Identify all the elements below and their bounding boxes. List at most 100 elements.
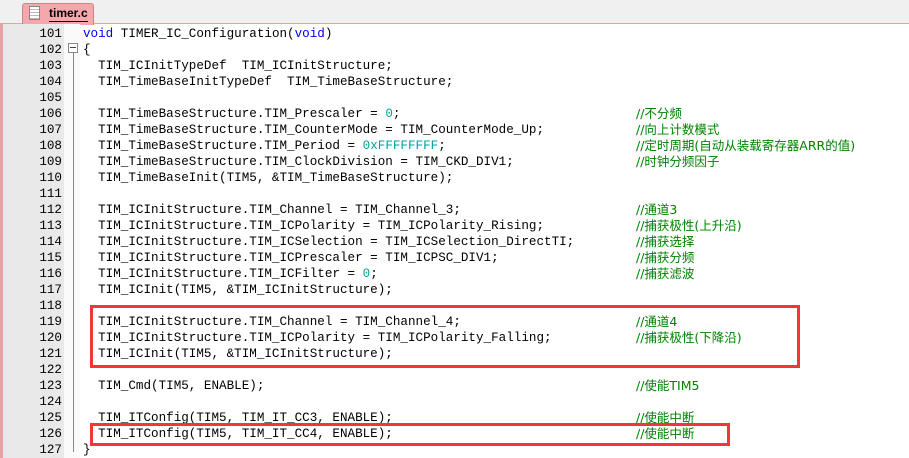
code-text: TIM_ICInitStructure.TIM_ICFilter = 0;: [83, 266, 378, 282]
code-comment: //向上计数模式: [636, 122, 720, 137]
line-number: 123: [39, 379, 62, 393]
code-comment: //定时周期(自动从装载寄存器ARR的值): [636, 138, 856, 153]
line-number: 115: [39, 251, 62, 265]
code-token: ;: [370, 267, 378, 281]
code-line[interactable]: 123 TIM_Cmd(TIM5, ENABLE); //使能TIM5: [3, 378, 909, 394]
highlight-box-itconfig-cc4: [90, 423, 730, 446]
line-number: 108: [39, 139, 62, 153]
code-comment: //通道3: [636, 202, 678, 217]
code-line[interactable]: 101 void TIMER_IC_Configuration(void): [3, 26, 909, 42]
line-number: 126: [39, 427, 62, 441]
code-line[interactable]: 113 TIM_ICInitStructure.TIM_ICPolarity =…: [3, 218, 909, 234]
code-text: TIM_TimeBaseStructure.TIM_Period = 0xFFF…: [83, 138, 446, 154]
line-number: 104: [39, 75, 62, 89]
code-token: TIM_Cmd(TIM5, ENABLE);: [83, 379, 265, 393]
code-token: TIM_TimeBaseStructure.TIM_CounterMode = …: [83, 123, 545, 137]
line-number: 102: [39, 43, 62, 57]
code-line[interactable]: 114 TIM_ICInitStructure.TIM_ICSelection …: [3, 234, 909, 250]
code-token: ): [324, 27, 333, 41]
code-line[interactable]: 103 TIM_ICInitTypeDef TIM_ICInitStructur…: [3, 58, 909, 74]
code-token: TIM_TimeBaseStructure.TIM_ClockDivision …: [83, 155, 514, 169]
line-number: 125: [39, 411, 62, 425]
code-line[interactable]: 111: [3, 186, 909, 202]
line-number: 109: [39, 155, 62, 169]
code-line[interactable]: 110 TIM_TimeBaseInit(TIM5, &TIM_TimeBase…: [3, 170, 909, 186]
line-number: 120: [39, 331, 62, 345]
code-line[interactable]: 105: [3, 90, 909, 106]
code-token: TIM_ICInit(TIM5, &TIM_ICInitStructure);: [83, 283, 393, 297]
code-token: void: [294, 27, 325, 41]
code-text: TIM_ICInitStructure.TIM_ICSelection = TI…: [83, 234, 574, 250]
line-number: 101: [39, 27, 62, 41]
code-token: {: [83, 43, 91, 57]
code-text: TIM_ICInit(TIM5, &TIM_ICInitStructure);: [83, 282, 393, 298]
line-number: 114: [39, 235, 62, 249]
line-number: 106: [39, 107, 62, 121]
code-line[interactable]: 108 TIM_TimeBaseStructure.TIM_Period = 0…: [3, 138, 909, 154]
code-token: ;: [438, 139, 446, 153]
code-token: TIM_TimeBaseStructure.TIM_Period =: [83, 139, 363, 153]
line-number: 122: [39, 363, 62, 377]
line-number: 110: [39, 171, 62, 185]
code-line[interactable]: 109 TIM_TimeBaseStructure.TIM_ClockDivis…: [3, 154, 909, 170]
line-number: 105: [39, 91, 62, 105]
code-token: TIM_ICInitStructure.TIM_Channel = TIM_Ch…: [83, 203, 461, 217]
code-line[interactable]: 115 TIM_ICInitStructure.TIM_ICPrescaler …: [3, 250, 909, 266]
code-token: TIM_ICInitStructure.TIM_ICFilter =: [83, 267, 363, 281]
code-line[interactable]: 102 {: [3, 42, 909, 58]
tab-bar: timer.c: [0, 0, 909, 25]
line-number: 118: [39, 299, 62, 313]
line-number: 121: [39, 347, 62, 361]
code-token: TIM_ICInitStructure.TIM_ICPolarity = TIM…: [83, 219, 545, 233]
code-text: TIM_Cmd(TIM5, ENABLE);: [83, 378, 264, 394]
code-line[interactable]: 107 TIM_TimeBaseStructure.TIM_CounterMod…: [3, 122, 909, 138]
line-number: 111: [39, 187, 62, 201]
code-line[interactable]: 124: [3, 394, 909, 410]
line-number: 116: [39, 267, 62, 281]
highlight-box-channel4: [90, 305, 800, 368]
line-number: 103: [39, 59, 62, 73]
code-text: TIM_ICInitStructure.TIM_Channel = TIM_Ch…: [83, 202, 461, 218]
line-number: 112: [39, 203, 62, 217]
code-text: {: [83, 42, 91, 58]
file-icon: [29, 6, 40, 20]
line-number: 127: [39, 443, 62, 457]
code-line[interactable]: 106 TIM_TimeBaseStructure.TIM_Prescaler …: [3, 106, 909, 122]
code-line[interactable]: 116 TIM_ICInitStructure.TIM_ICFilter = 0…: [3, 266, 909, 282]
code-comment: //捕获分频: [636, 250, 695, 265]
line-number: 119: [39, 315, 62, 329]
code-token: TIM_ICInitStructure.TIM_ICPrescaler = TI…: [83, 251, 499, 265]
code-token: TIM_TimeBaseStructure.TIM_Prescaler =: [83, 107, 386, 121]
code-line[interactable]: 117 TIM_ICInit(TIM5, &TIM_ICInitStructur…: [3, 282, 909, 298]
code-comment: //使能TIM5: [636, 378, 700, 393]
code-comment: //捕获滤波: [636, 266, 695, 281]
code-text: void TIMER_IC_Configuration(void): [83, 26, 332, 42]
code-token: void: [83, 27, 114, 41]
code-token: 0: [385, 107, 393, 121]
code-token: 0xFFFFFFFF: [362, 139, 439, 153]
code-token: TIM_TimeBaseInit(TIM5, &TIM_TimeBaseStru…: [83, 171, 454, 185]
code-comment: //不分频: [636, 106, 682, 121]
tab-label: timer.c: [49, 6, 88, 22]
code-text: TIM_ICInitTypeDef TIM_ICInitStructure;: [83, 58, 393, 74]
code-comment: //捕获极性(上升沿): [636, 218, 742, 233]
code-token: TIM_TimeBaseInitTypeDef TIM_TimeBaseStru…: [83, 75, 454, 89]
line-number: 113: [39, 219, 62, 233]
code-text: TIM_TimeBaseStructure.TIM_Prescaler = 0;: [83, 106, 400, 122]
line-number: 107: [39, 123, 62, 137]
code-text: TIM_TimeBaseInit(TIM5, &TIM_TimeBaseStru…: [83, 170, 453, 186]
code-token: TIMER_IC_Configuration(: [113, 27, 295, 41]
code-text: TIM_ICInitStructure.TIM_ICPolarity = TIM…: [83, 218, 544, 234]
code-line[interactable]: 104 TIM_TimeBaseInitTypeDef TIM_TimeBase…: [3, 74, 909, 90]
code-token: ;: [392, 107, 401, 121]
code-editor[interactable]: 101 void TIMER_IC_Configuration(void) 102 {…: [0, 24, 909, 458]
code-text: TIM_TimeBaseInitTypeDef TIM_TimeBaseStru…: [83, 74, 453, 90]
code-token: TIM_ICInitStructure.TIM_ICSelection = TI…: [83, 235, 575, 249]
code-comment: //捕获选择: [636, 234, 695, 249]
code-text: TIM_TimeBaseStructure.TIM_CounterMode = …: [83, 122, 544, 138]
code-text: TIM_TimeBaseStructure.TIM_ClockDivision …: [83, 154, 514, 170]
code-text: TIM_ICInitStructure.TIM_ICPrescaler = TI…: [83, 250, 499, 266]
code-comment: //时钟分频因子: [636, 154, 720, 169]
tab-timer-c[interactable]: timer.c: [22, 3, 94, 25]
code-line[interactable]: 112 TIM_ICInitStructure.TIM_Channel = TI…: [3, 202, 909, 218]
